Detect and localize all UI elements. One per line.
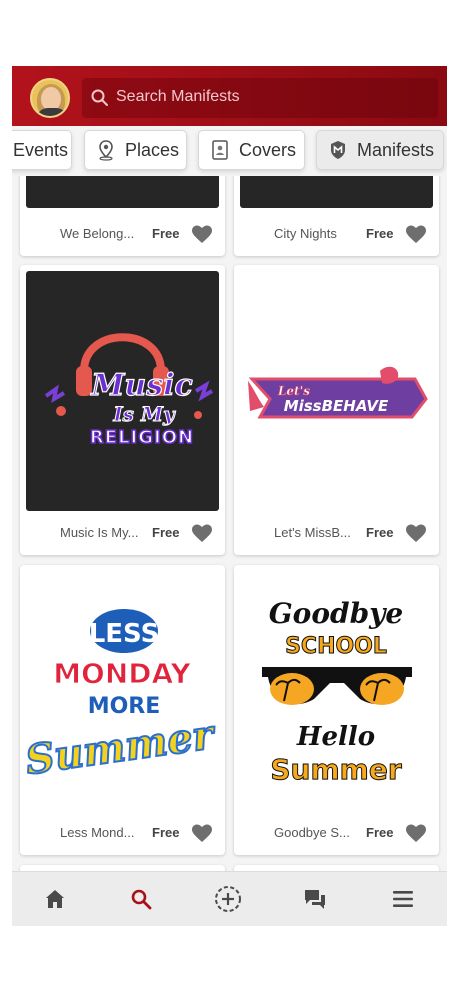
tab-places[interactable]: Places	[84, 130, 187, 170]
card-price: Free	[366, 226, 394, 241]
heart-icon[interactable]	[190, 821, 214, 845]
card-thumbnail	[26, 176, 219, 208]
tab-covers-label: Covers	[239, 139, 297, 160]
art-line-less: LESS	[89, 619, 160, 649]
art-line-summer: Summer	[26, 711, 219, 784]
card-title: Music Is My...	[60, 525, 139, 540]
card-less-monday[interactable]: LESS MONDAY MORE Summer Less Mond... Fre…	[20, 565, 225, 855]
heart-icon[interactable]	[404, 821, 428, 845]
tab-events-label: Events	[13, 139, 69, 160]
manifest-grid: We Belong... Free City Nights Free Music…	[12, 176, 447, 871]
art-line-monday: MONDAY	[53, 657, 191, 690]
nav-add[interactable]	[213, 884, 243, 914]
art-line-summer: Summer	[270, 753, 401, 786]
art-line-is-my: Is My	[112, 402, 176, 426]
art-line-more: MORE	[88, 694, 161, 719]
tab-manifests[interactable]: Manifests	[316, 130, 444, 170]
heart-icon[interactable]	[404, 521, 428, 545]
art-line-lets: Let's	[277, 384, 310, 398]
card-price: Free	[366, 825, 394, 840]
card-price: Free	[152, 226, 180, 241]
bottom-nav	[12, 871, 447, 926]
search-icon	[131, 889, 152, 910]
card-title: City Nights	[274, 226, 337, 241]
add-icon	[215, 886, 241, 912]
app-screen: Search Manifests Events Places Covers Ma…	[12, 66, 447, 926]
map-pin-icon	[99, 140, 113, 161]
heart-icon[interactable]	[190, 222, 214, 246]
cover-icon	[212, 140, 228, 160]
art-line-music: Music	[90, 368, 193, 403]
art-line-school: SCHOOL	[285, 634, 387, 659]
card-thumbnail: Goodbye SCHOOL Hello Summer	[240, 571, 433, 811]
home-icon	[46, 890, 64, 908]
card-price: Free	[152, 825, 180, 840]
card-thumbnail: Let's MissBEHAVE	[240, 271, 433, 511]
tab-manifests-label: Manifests	[357, 139, 435, 160]
search-icon	[91, 89, 108, 106]
heart-icon[interactable]	[190, 521, 214, 545]
art-line-religion: RELIGION	[90, 427, 194, 448]
less-monday-artwork: LESS MONDAY MORE Summer	[26, 609, 219, 785]
user-avatar[interactable]	[30, 78, 70, 118]
tab-events[interactable]: Events	[12, 130, 72, 170]
top-bar: Search Manifests	[12, 66, 447, 126]
category-tabs: Events Places Covers Manifests	[12, 130, 447, 174]
card-title: Goodbye S...	[274, 825, 350, 840]
manifest-badge-icon	[331, 141, 345, 159]
tab-places-label: Places	[125, 139, 180, 160]
menu-icon	[393, 891, 413, 907]
heart-icon[interactable]	[404, 222, 428, 246]
card-price: Free	[152, 525, 180, 540]
missbehave-artwork: Let's MissBEHAVE	[248, 366, 428, 419]
card-city-nights[interactable]: City Nights Free	[234, 176, 439, 256]
card-price: Free	[366, 525, 394, 540]
card-thumbnail: Music Is My RELIGION	[26, 271, 219, 511]
nav-search[interactable]	[126, 884, 156, 914]
music-religion-artwork: Music Is My RELIGION	[44, 333, 214, 449]
card-lets-missbehave[interactable]: Let's MissBEHAVE Let's MissB... Free	[234, 265, 439, 555]
card-goodbye-school[interactable]: Goodbye SCHOOL Hello Summer Goodbye S...…	[234, 565, 439, 855]
card-title: Let's MissB...	[274, 525, 351, 540]
card-we-belong[interactable]: We Belong... Free	[20, 176, 225, 256]
card-title: Less Mond...	[60, 825, 135, 840]
chat-icon	[305, 890, 325, 909]
search-field[interactable]: Search Manifests	[82, 78, 438, 118]
nav-home[interactable]	[40, 884, 70, 914]
card-title: We Belong...	[60, 226, 135, 241]
nav-chat[interactable]	[300, 884, 330, 914]
card-music-is-my-religion[interactable]: Music Is My RELIGION Music Is My... Free	[20, 265, 225, 555]
art-line-goodbye: Goodbye	[269, 597, 404, 630]
art-line-hello: Hello	[296, 722, 375, 752]
card-thumbnail: LESS MONDAY MORE Summer	[26, 571, 219, 811]
search-placeholder: Search Manifests	[116, 88, 240, 105]
goodbye-school-artwork: Goodbye SCHOOL Hello Summer	[262, 597, 412, 787]
tab-covers[interactable]: Covers	[198, 130, 305, 170]
art-line-missbehave: MissBEHAVE	[284, 397, 389, 415]
nav-menu[interactable]	[388, 884, 418, 914]
card-thumbnail	[240, 176, 433, 208]
